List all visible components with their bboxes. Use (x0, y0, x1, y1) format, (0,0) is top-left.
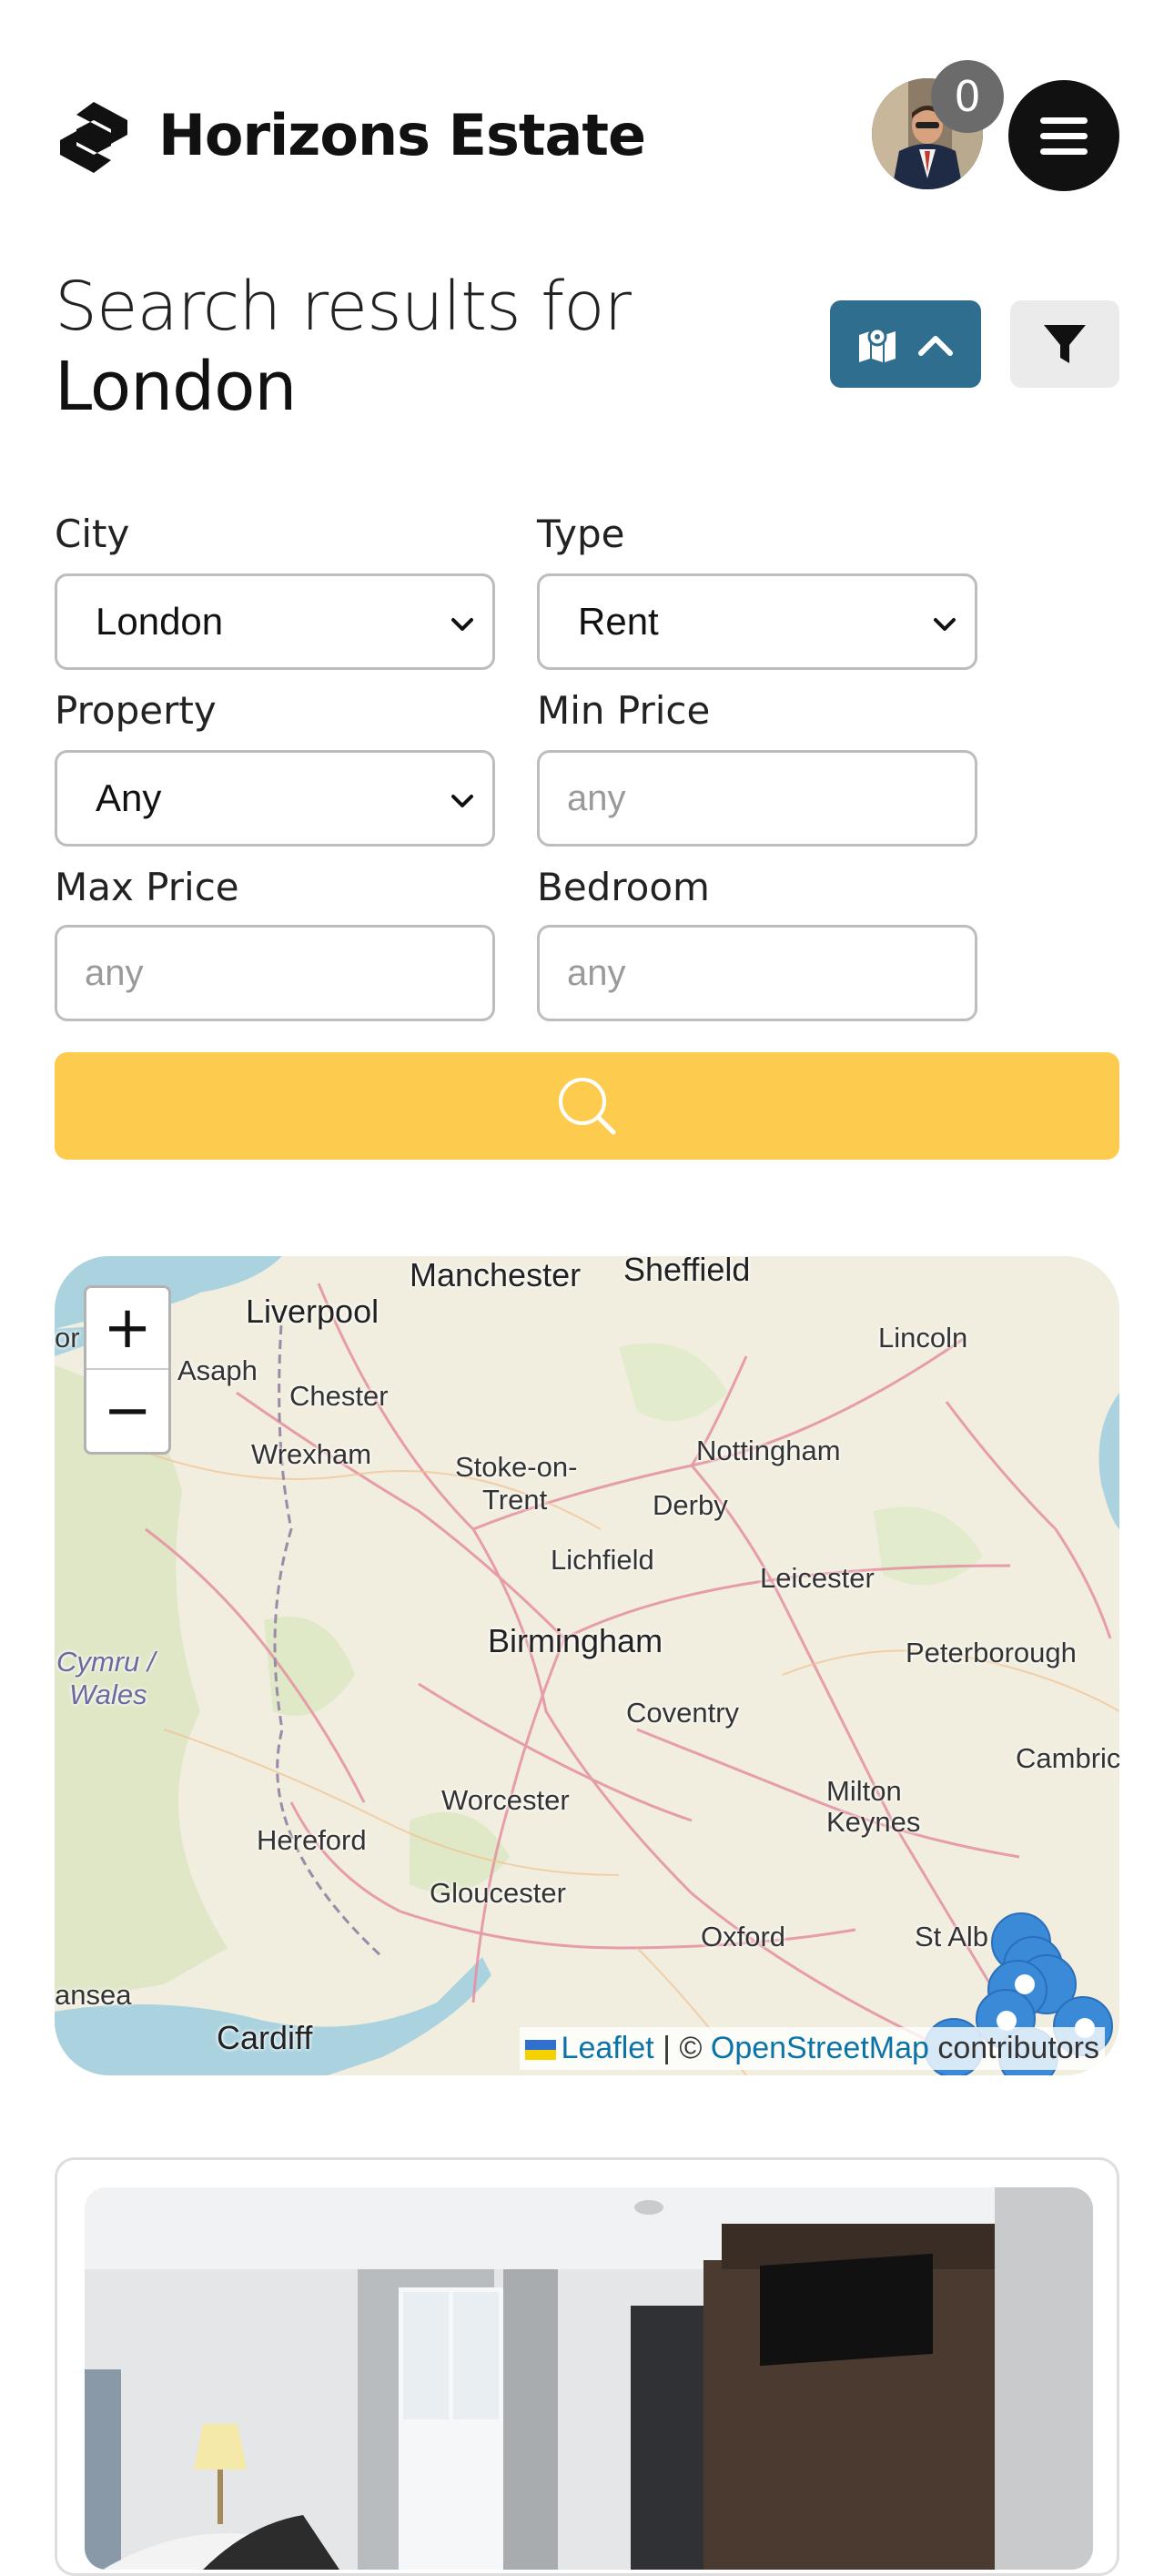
city-select[interactable]: London (55, 573, 495, 670)
property-select[interactable]: Any (55, 750, 495, 847)
map-zoom-control: + − (84, 1285, 171, 1455)
ukraine-flag-icon (524, 2040, 556, 2061)
map-label: Liverpool (246, 1293, 380, 1330)
listing-photo[interactable] (85, 2187, 1093, 2570)
map-label: Manchester (410, 1256, 582, 1293)
chevron-down-icon (451, 618, 473, 631)
map-label: St Alb (915, 1921, 988, 1952)
leaflet-link[interactable]: Leaflet (562, 2031, 654, 2065)
brand-logo-icon[interactable] (55, 98, 133, 177)
map-label: Worcester (441, 1784, 570, 1816)
chevron-down-icon (451, 795, 473, 807)
map-label: Birmingham (488, 1622, 663, 1659)
map-icon (859, 327, 896, 362)
map-label: Lichfield (551, 1544, 654, 1576)
results-map[interactable]: Liverpool Manchester Sheffield Lincoln o… (55, 1256, 1119, 2075)
city-select-value: London (96, 600, 224, 643)
map-label: or (55, 1322, 80, 1354)
brand-name[interactable]: Horizons Estate (158, 102, 646, 168)
max-price-label: Max Price (55, 865, 239, 909)
listing-card[interactable] (55, 2157, 1119, 2576)
type-label: Type (537, 512, 625, 556)
search-title-prefix: Search results for (55, 268, 632, 346)
map-label: Wrexham (251, 1438, 372, 1470)
map-label: Gloucester (430, 1877, 566, 1909)
search-button[interactable] (55, 1052, 1119, 1160)
map-label: Oxford (701, 1921, 786, 1952)
map-label: Asaph (177, 1354, 258, 1386)
map-label: Peterborough (906, 1637, 1077, 1668)
map-label: Derby (653, 1489, 728, 1521)
notification-badge[interactable]: 0 (931, 60, 1004, 133)
map-label: Lincoln (878, 1322, 968, 1354)
map-label: Hereford (257, 1824, 367, 1856)
min-price-input[interactable]: any (537, 750, 977, 847)
map-label: ansea (55, 1979, 132, 2011)
map-label: Stoke-on- (455, 1451, 578, 1483)
zoom-in-button[interactable]: + (86, 1288, 168, 1370)
map-label: Coventry (626, 1697, 740, 1729)
property-select-value: Any (96, 776, 162, 819)
type-select[interactable]: Rent (537, 573, 977, 670)
menu-button[interactable] (1008, 80, 1119, 191)
map-label: Cambric (1016, 1742, 1119, 1774)
bedroom-input[interactable]: any (537, 925, 977, 1021)
map-label: Cymru / (56, 1646, 156, 1678)
map-label: Wales (69, 1678, 147, 1710)
map-label: Sheffield (623, 1256, 751, 1288)
map-label: Trent (482, 1484, 548, 1516)
type-select-value: Rent (578, 600, 659, 643)
max-price-input[interactable]: any (55, 925, 495, 1021)
attribution-separator: | © (663, 2031, 703, 2065)
map-attribution: Leaflet | © OpenStreetMap contributors (519, 2027, 1105, 2070)
city-label: City (55, 512, 130, 556)
map-label: Leicester (760, 1562, 875, 1594)
min-price-label: Min Price (537, 688, 711, 733)
zoom-out-button[interactable]: − (86, 1370, 168, 1452)
search-title-city: London (55, 348, 297, 426)
filter-button[interactable] (1010, 300, 1119, 388)
map-label: Chester (289, 1380, 389, 1412)
filter-icon (1044, 325, 1086, 363)
attribution-contributors: contributors (937, 2031, 1099, 2065)
chevron-down-icon (934, 618, 956, 631)
openstreetmap-link[interactable]: OpenStreetMap (711, 2031, 929, 2065)
search-icon (559, 1078, 616, 1135)
menu-icon (1040, 117, 1088, 124)
map-label: Cardiff (217, 2019, 313, 2056)
property-label: Property (55, 688, 217, 733)
map-label: Milton (826, 1775, 902, 1807)
bedroom-label: Bedroom (537, 865, 710, 909)
map-label: Nottingham (696, 1435, 841, 1466)
chevron-up-icon (918, 336, 953, 356)
map-label: Keynes (826, 1806, 921, 1838)
map-toggle-button[interactable] (830, 300, 981, 388)
